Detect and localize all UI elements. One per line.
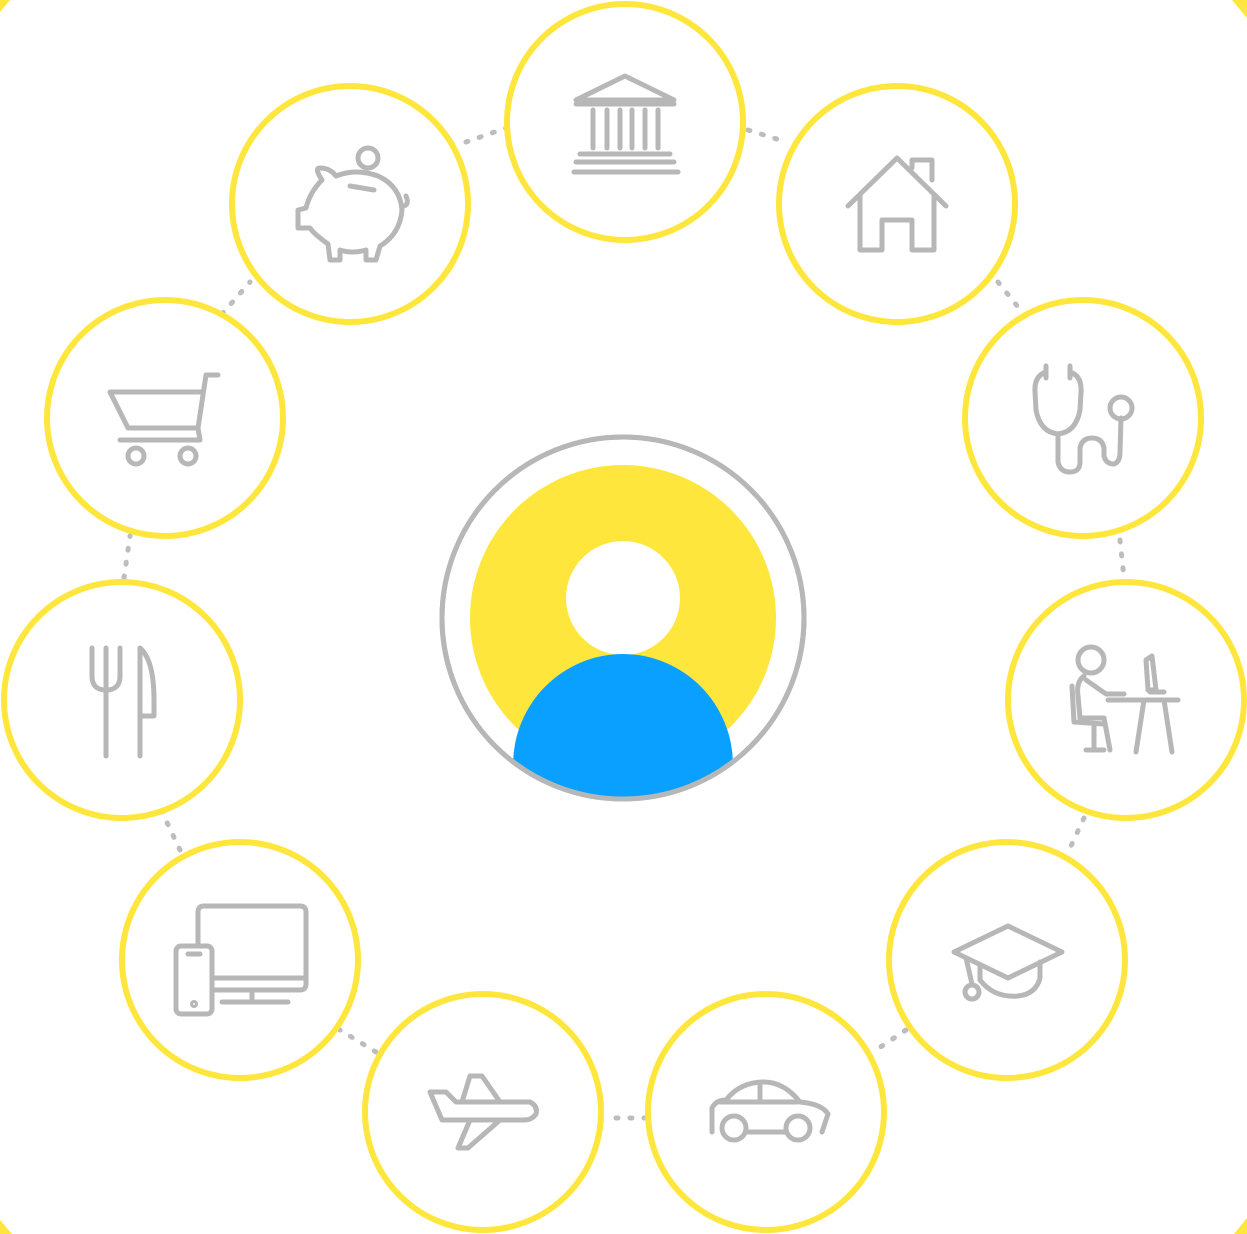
avatar-body [513,654,733,798]
corner-arc-top-right [1232,0,1247,18]
node-dining[interactable] [1,579,243,821]
corner-arc-top-left [0,0,10,12]
node-bank[interactable] [504,1,746,243]
node-devices-ring [119,839,361,1081]
center-avatar [439,434,807,802]
node-home-ring [776,83,1018,325]
connector-health-work [1117,537,1127,581]
node-savings-ring [229,83,471,325]
node-travel-ring [362,991,604,1233]
node-bank-ring [504,1,746,243]
node-savings[interactable] [229,83,471,325]
connector-devices-dining [159,809,183,853]
node-health-ring [962,297,1204,539]
connector-shopping-savings [219,279,253,317]
node-education-ring [886,839,1128,1081]
connector-home-health [995,279,1025,315]
connector-savings-bank [463,125,509,145]
connector-education-car [873,1027,909,1053]
life-categories-diagram [0,0,1247,1234]
node-home[interactable] [776,83,1018,325]
node-health[interactable] [962,297,1204,539]
corner-arc-bottom-right [1234,1218,1247,1234]
connector-travel-devices [337,1027,379,1055]
node-shopping-ring [44,297,286,539]
connector-dining-shopping [121,533,133,581]
avatar-head [566,541,680,655]
connector-bank-home [745,127,783,143]
node-car-ring [645,991,887,1233]
node-education[interactable] [886,839,1128,1081]
node-dining-ring [1,579,243,821]
connector-work-education [1067,815,1087,851]
node-car[interactable] [645,991,887,1233]
node-work[interactable] [1005,579,1247,821]
corner-arc-bottom-left [0,1220,12,1234]
node-devices[interactable] [119,839,361,1081]
node-shopping[interactable] [44,297,286,539]
node-travel[interactable] [362,991,604,1233]
